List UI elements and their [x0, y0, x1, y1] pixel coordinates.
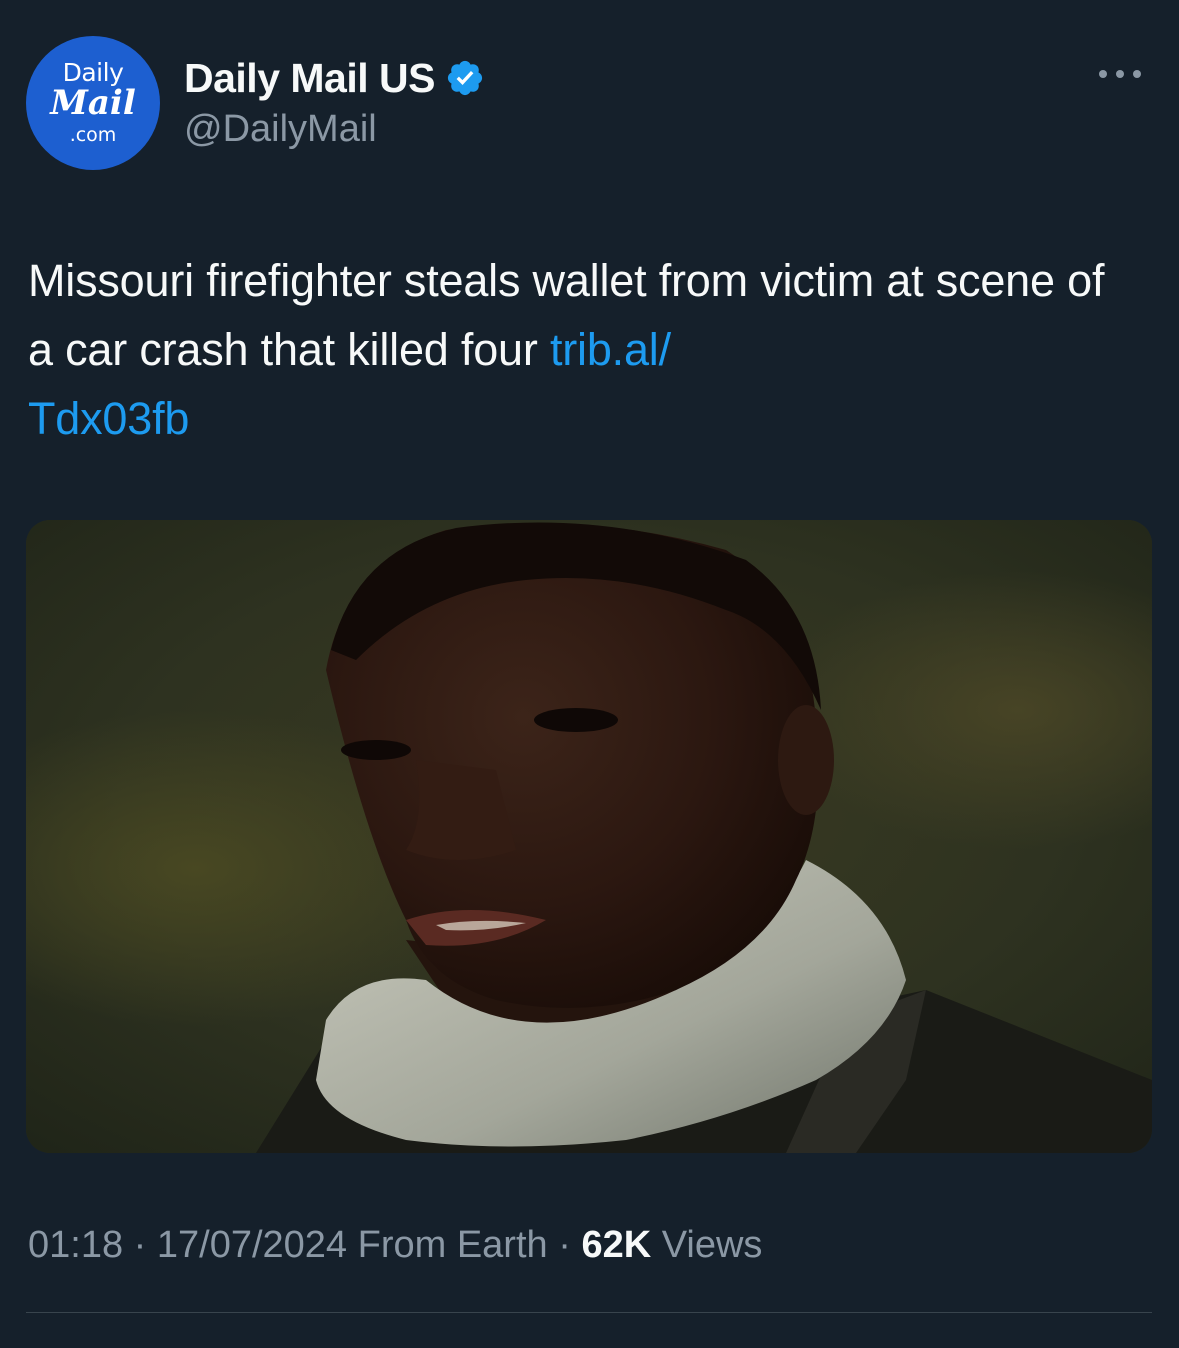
tweet-header: Daily Mail .com Daily Mail US @DailyMail: [26, 36, 1153, 176]
photo-image: [26, 520, 1152, 1153]
account-handle[interactable]: @DailyMail: [184, 108, 377, 151]
display-name[interactable]: Daily Mail US: [184, 55, 435, 102]
meta-separator: ·: [123, 1224, 157, 1266]
tweet-meta: 01:18 · 17/07/2024 From Earth · 62K View…: [28, 1224, 762, 1267]
divider: [26, 1312, 1152, 1313]
verified-badge-icon: [445, 58, 485, 98]
name-row: Daily Mail US: [184, 52, 485, 104]
avatar-logo-com: .com: [69, 124, 117, 146]
tweet-date[interactable]: 17/07/2024: [157, 1224, 347, 1266]
meta-separator: ·: [547, 1224, 582, 1266]
views-count[interactable]: 62K: [581, 1224, 651, 1266]
avatar-logo-mail: Mail: [50, 83, 136, 123]
tweet-source: From Earth: [347, 1224, 548, 1266]
tweet-time[interactable]: 01:18: [28, 1224, 123, 1266]
more-options-icon[interactable]: [1095, 62, 1145, 86]
avatar[interactable]: Daily Mail .com: [26, 36, 160, 170]
tweet-text: Missouri firefighter steals wallet from …: [28, 246, 1138, 453]
views-label[interactable]: Views: [651, 1224, 763, 1266]
tweet-photo[interactable]: [26, 520, 1152, 1153]
